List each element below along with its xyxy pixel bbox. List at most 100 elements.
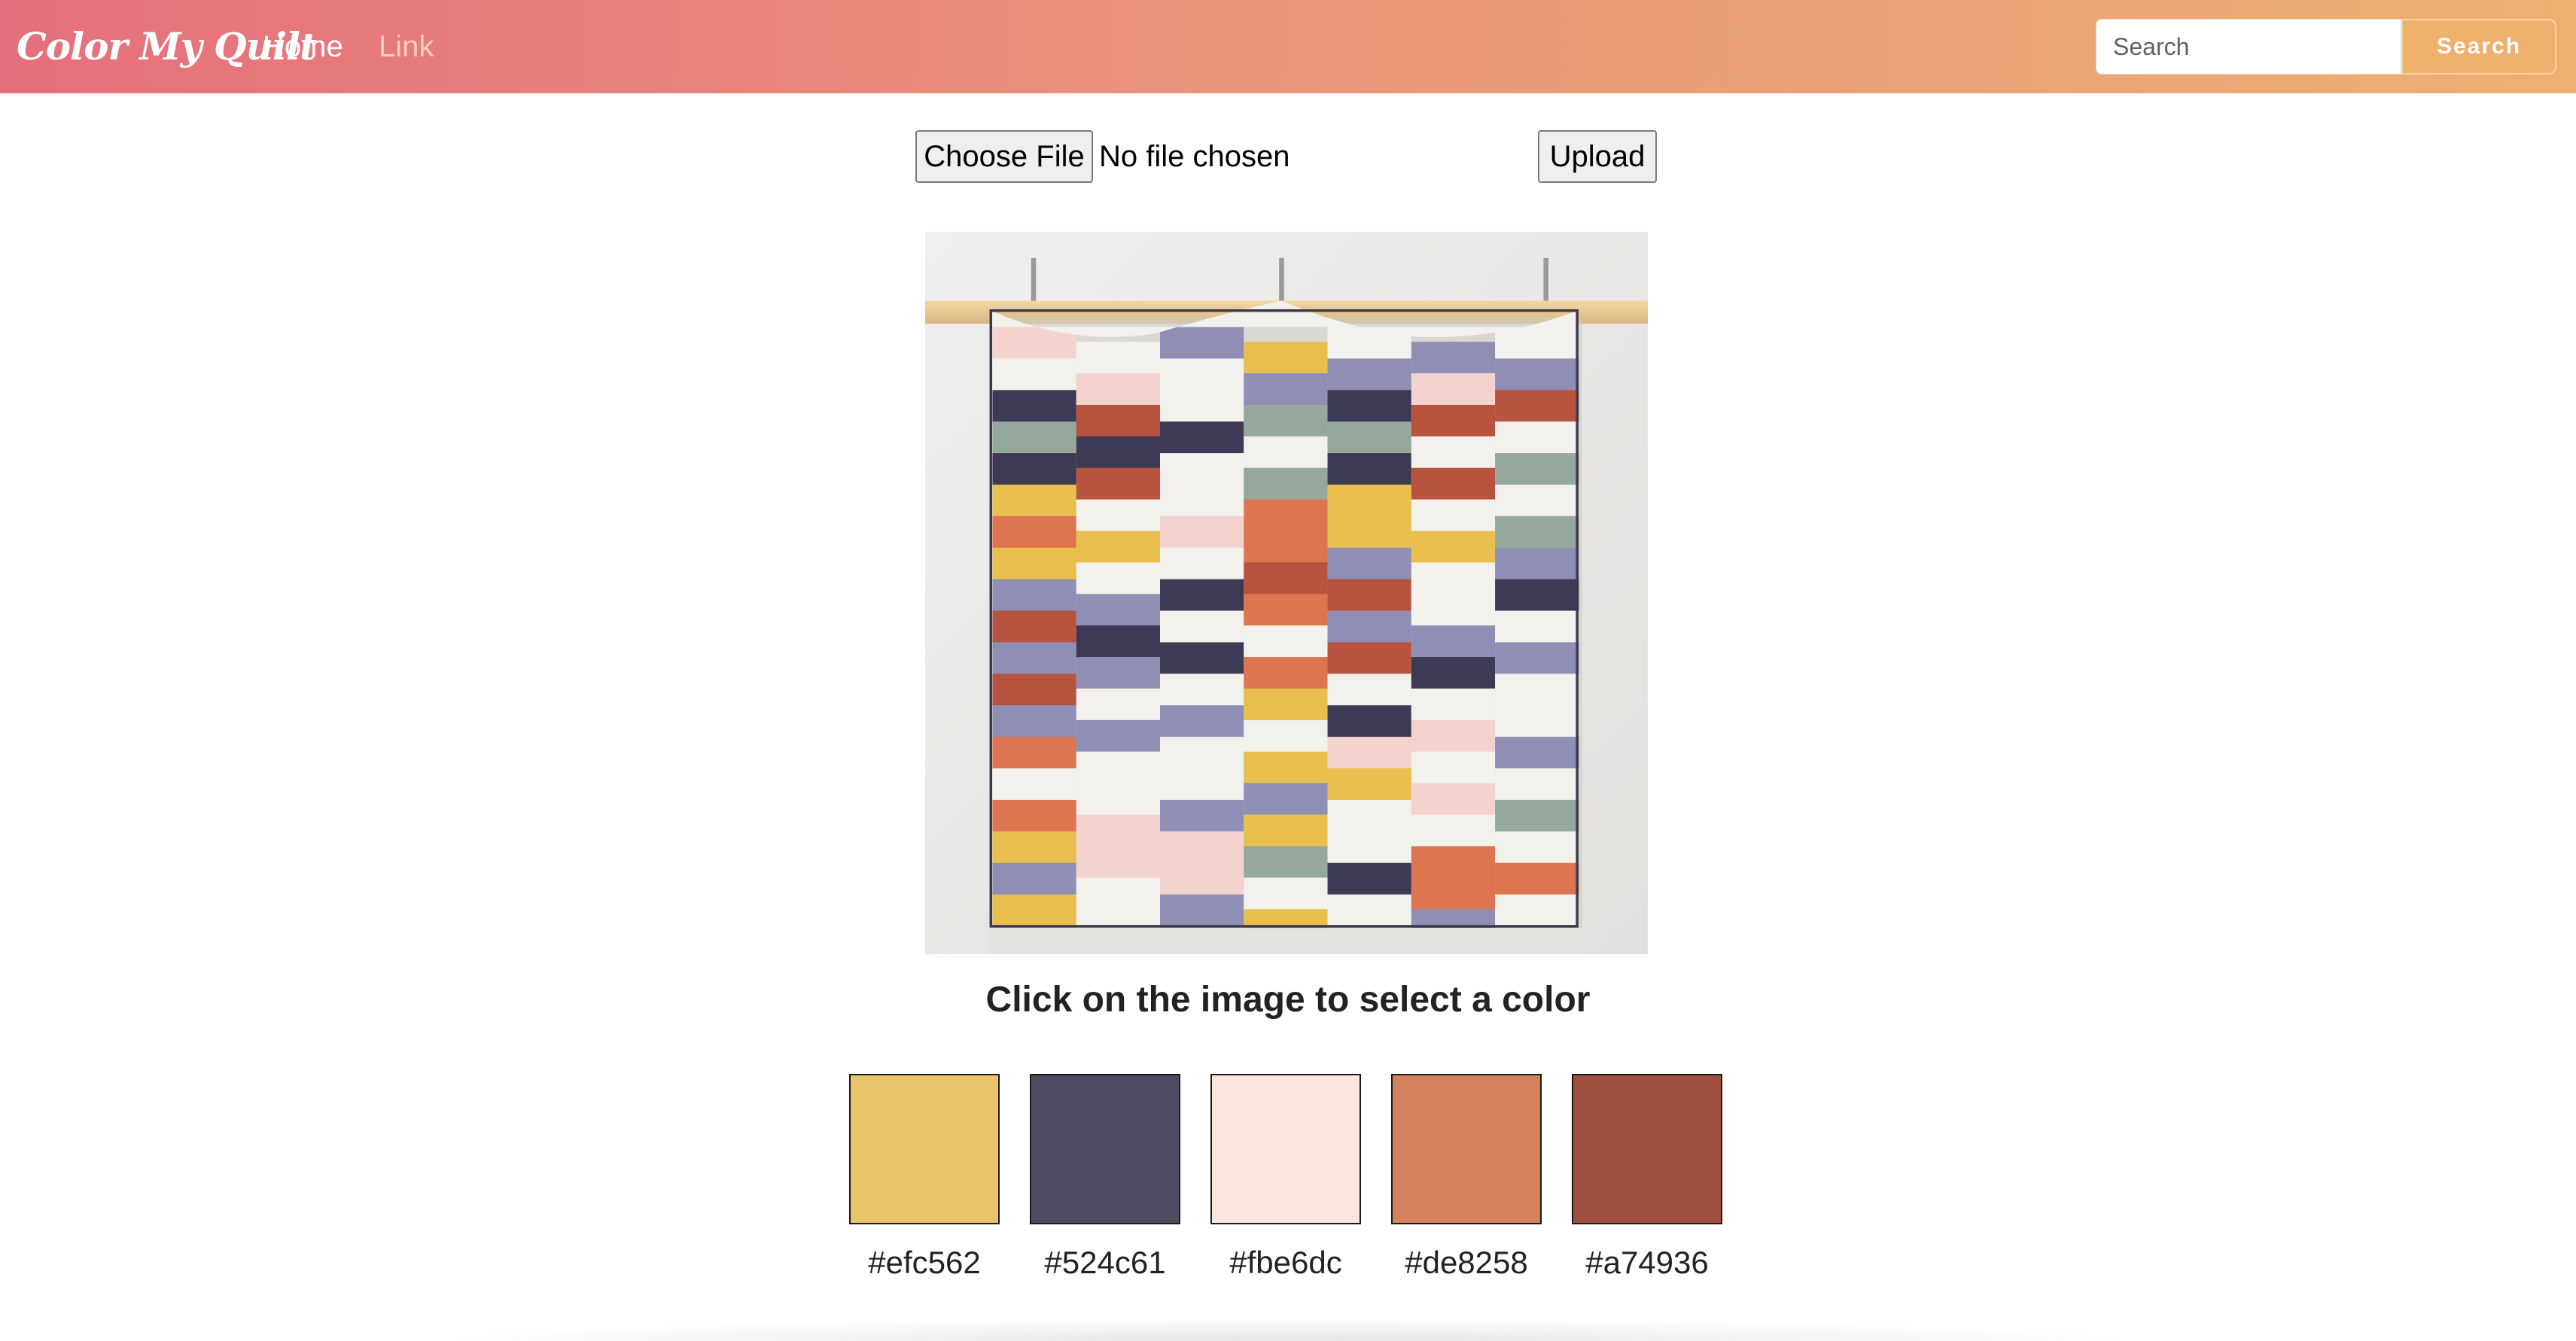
quilt-block xyxy=(992,390,1076,423)
quilt-block xyxy=(1411,342,1496,375)
quilt-block xyxy=(1327,768,1411,801)
quilt-block xyxy=(1327,737,1411,770)
quilt-block xyxy=(1244,594,1328,627)
quilt-block xyxy=(1160,862,1244,896)
quilt-block xyxy=(1160,894,1244,927)
quilt-block xyxy=(1160,390,1244,423)
quilt-block xyxy=(1160,610,1244,643)
quilt-block xyxy=(1244,562,1328,595)
quilt-block xyxy=(1495,674,1579,707)
quilt-block xyxy=(1160,768,1244,801)
quilt-block xyxy=(1495,862,1579,896)
color-hex-label: #fbe6dc xyxy=(1229,1245,1342,1280)
quilt-block xyxy=(1327,453,1411,486)
quilt-block xyxy=(1076,467,1160,500)
quilt-block xyxy=(1076,436,1160,470)
quilt-block xyxy=(1495,485,1579,518)
quilt-block xyxy=(1076,531,1160,564)
nav-link-link[interactable]: Link xyxy=(379,23,434,71)
quilt-block xyxy=(1411,814,1496,847)
quilt-block xyxy=(1076,751,1160,784)
quilt-block xyxy=(992,358,1076,391)
quilt-block xyxy=(1411,657,1496,690)
quilt-block xyxy=(1327,831,1411,864)
quilt-block xyxy=(1160,421,1244,455)
quilt-block xyxy=(1244,814,1328,847)
quilt-block xyxy=(1244,877,1328,911)
color-swatch[interactable] xyxy=(1572,1074,1722,1224)
quilt-block xyxy=(1411,404,1496,438)
quilt-block xyxy=(1160,737,1244,770)
quilt-block xyxy=(1244,719,1328,753)
quilt-blocks xyxy=(987,300,1582,954)
quilt-block xyxy=(992,453,1076,486)
color-hex-label: #efc562 xyxy=(868,1245,981,1280)
quilt-block xyxy=(1327,862,1411,896)
search-input[interactable] xyxy=(2096,19,2401,74)
quilt-block xyxy=(992,421,1076,455)
choose-file-button[interactable]: Choose File xyxy=(915,130,1093,183)
quilt-block xyxy=(1244,751,1328,784)
quilt-block xyxy=(1076,404,1160,438)
quilt-block xyxy=(1160,831,1244,864)
quilt-block xyxy=(1244,625,1328,658)
quilt-block xyxy=(1076,562,1160,595)
quilt-block xyxy=(992,579,1076,612)
quilt-block xyxy=(992,894,1076,927)
quilt-block xyxy=(992,547,1076,580)
quilt-block xyxy=(1327,894,1411,927)
quilt-block xyxy=(1495,390,1579,423)
quilt-block xyxy=(1076,814,1160,847)
quilt-block xyxy=(992,862,1076,896)
quilt-block xyxy=(1160,515,1244,549)
quilt-block xyxy=(1495,831,1579,864)
quilt-block xyxy=(992,674,1076,707)
color-hex-label: #a74936 xyxy=(1585,1245,1709,1280)
quilt-block xyxy=(1411,594,1496,627)
color-swatch[interactable] xyxy=(1030,1074,1180,1224)
quilt-block xyxy=(1411,846,1496,879)
nav-link-home[interactable]: Home xyxy=(263,23,343,71)
quilt-block xyxy=(1160,453,1244,486)
color-swatch[interactable] xyxy=(849,1074,1000,1224)
color-swatch[interactable] xyxy=(1210,1074,1361,1224)
footer-shadow xyxy=(422,1318,2153,1341)
quilt-block xyxy=(1411,436,1496,470)
quilt-block xyxy=(992,768,1076,801)
quilt-block xyxy=(1160,485,1244,518)
quilt-image[interactable] xyxy=(925,232,1648,954)
search-button[interactable]: Search xyxy=(2401,19,2556,74)
quilt-block xyxy=(1244,467,1328,500)
quilt-block xyxy=(1411,783,1496,816)
quilt-block xyxy=(1076,499,1160,532)
quilt-block xyxy=(1495,515,1579,549)
quilt-block xyxy=(1495,453,1579,486)
quilt-block xyxy=(1495,894,1579,927)
quilt-block xyxy=(1327,390,1411,423)
quilt-block xyxy=(1327,610,1411,643)
color-swatch[interactable] xyxy=(1391,1074,1542,1224)
quilt-block xyxy=(1244,531,1328,564)
quilt-block xyxy=(1495,642,1579,675)
quilt-block xyxy=(1411,531,1496,564)
quilt-block xyxy=(1327,485,1411,518)
quilt-block xyxy=(992,831,1076,864)
color-hex-label: #524c61 xyxy=(1044,1245,1166,1280)
quilt-block xyxy=(992,642,1076,675)
quilt-block xyxy=(1327,547,1411,580)
quilt-block xyxy=(1076,342,1160,375)
quilt-block xyxy=(1244,688,1328,722)
quilt-block xyxy=(1411,625,1496,658)
quilt-block xyxy=(1411,877,1496,911)
quilt-block xyxy=(1160,547,1244,580)
quilt-block xyxy=(1076,688,1160,722)
upload-button[interactable]: Upload xyxy=(1538,130,1657,183)
quilt-block xyxy=(1076,846,1160,879)
quilt-block xyxy=(1327,642,1411,675)
quilt-block xyxy=(1495,768,1579,801)
quilt-block xyxy=(1327,421,1411,455)
quilt-block xyxy=(1160,579,1244,612)
quilt-block xyxy=(1160,674,1244,707)
quilt-block xyxy=(1160,327,1244,360)
quilt-block xyxy=(1327,358,1411,391)
